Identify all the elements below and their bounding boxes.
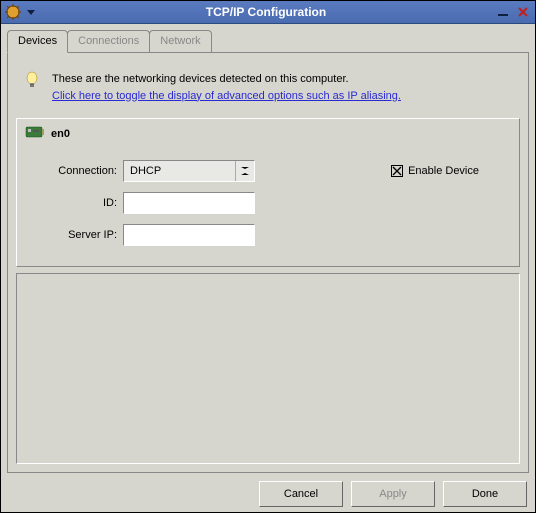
enable-device-label: Enable Device xyxy=(408,165,479,177)
titlebar: TCP/IP Configuration xyxy=(1,1,535,24)
done-button[interactable]: Done xyxy=(443,481,527,507)
window-title: TCP/IP Configuration xyxy=(38,5,494,19)
hint-text-line1: These are the networking devices detecte… xyxy=(52,73,349,85)
network-card-icon xyxy=(25,125,45,142)
connection-label: Connection: xyxy=(27,165,123,177)
server-ip-label: Server IP: xyxy=(27,229,123,241)
lightbulb-icon xyxy=(24,71,42,94)
minimize-button[interactable] xyxy=(494,4,512,20)
connection-select[interactable]: DHCP xyxy=(123,160,255,182)
empty-panel xyxy=(16,273,520,464)
tab-devices[interactable]: Devices xyxy=(7,30,68,53)
connection-value: DHCP xyxy=(124,165,235,177)
id-label: ID: xyxy=(27,197,123,209)
device-panel: en0 Connection: DHCP xyxy=(16,118,520,267)
apply-button[interactable]: Apply xyxy=(351,481,435,507)
hint-row: These are the networking devices detecte… xyxy=(16,61,520,118)
tab-panel-devices: These are the networking devices detecte… xyxy=(7,52,529,473)
app-icon xyxy=(4,3,22,21)
cancel-button[interactable]: Cancel xyxy=(259,481,343,507)
device-header: en0 xyxy=(17,119,519,148)
id-input[interactable] xyxy=(123,192,255,214)
chevron-down-icon xyxy=(235,161,254,181)
tab-connections[interactable]: Connections xyxy=(67,30,150,52)
device-name: en0 xyxy=(51,128,70,140)
button-row: Cancel Apply Done xyxy=(7,473,529,507)
titlebar-menu-dropdown[interactable] xyxy=(24,3,38,21)
server-ip-input[interactable] xyxy=(123,224,255,246)
content: Devices Connections Network T xyxy=(1,24,535,513)
window: TCP/IP Configuration Devices Connections… xyxy=(0,0,536,513)
tab-bar: Devices Connections Network xyxy=(7,30,529,52)
close-button[interactable] xyxy=(514,4,532,20)
toggle-advanced-link[interactable]: Click here to toggle the display of adva… xyxy=(52,90,401,102)
tab-network[interactable]: Network xyxy=(149,30,211,52)
checkbox-box xyxy=(391,165,403,177)
enable-device-checkbox[interactable]: Enable Device xyxy=(391,165,479,177)
